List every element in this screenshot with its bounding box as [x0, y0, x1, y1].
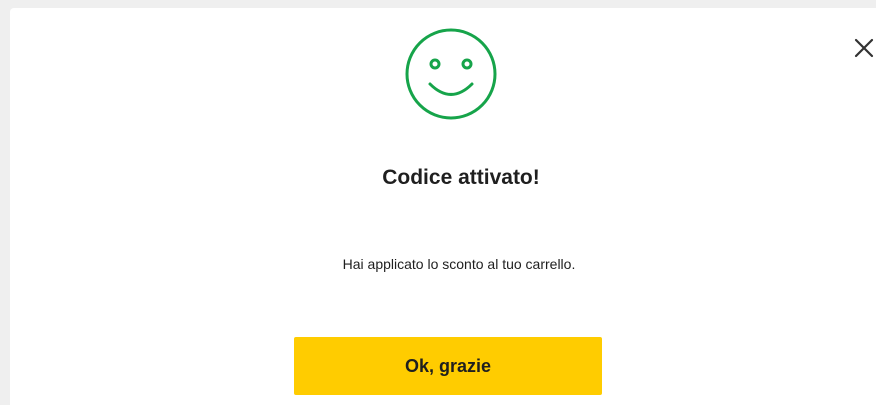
smiley-face-icon	[402, 25, 500, 123]
dialog-message: Hai applicato lo sconto al tuo carrello.	[342, 256, 576, 272]
close-button[interactable]	[846, 32, 876, 68]
confirm-button[interactable]: Ok, grazie	[294, 337, 602, 395]
activation-dialog: Codice attivato! Hai applicato lo sconto…	[10, 8, 876, 405]
close-icon	[854, 38, 874, 63]
dialog-title: Codice attivato!	[382, 166, 540, 189]
